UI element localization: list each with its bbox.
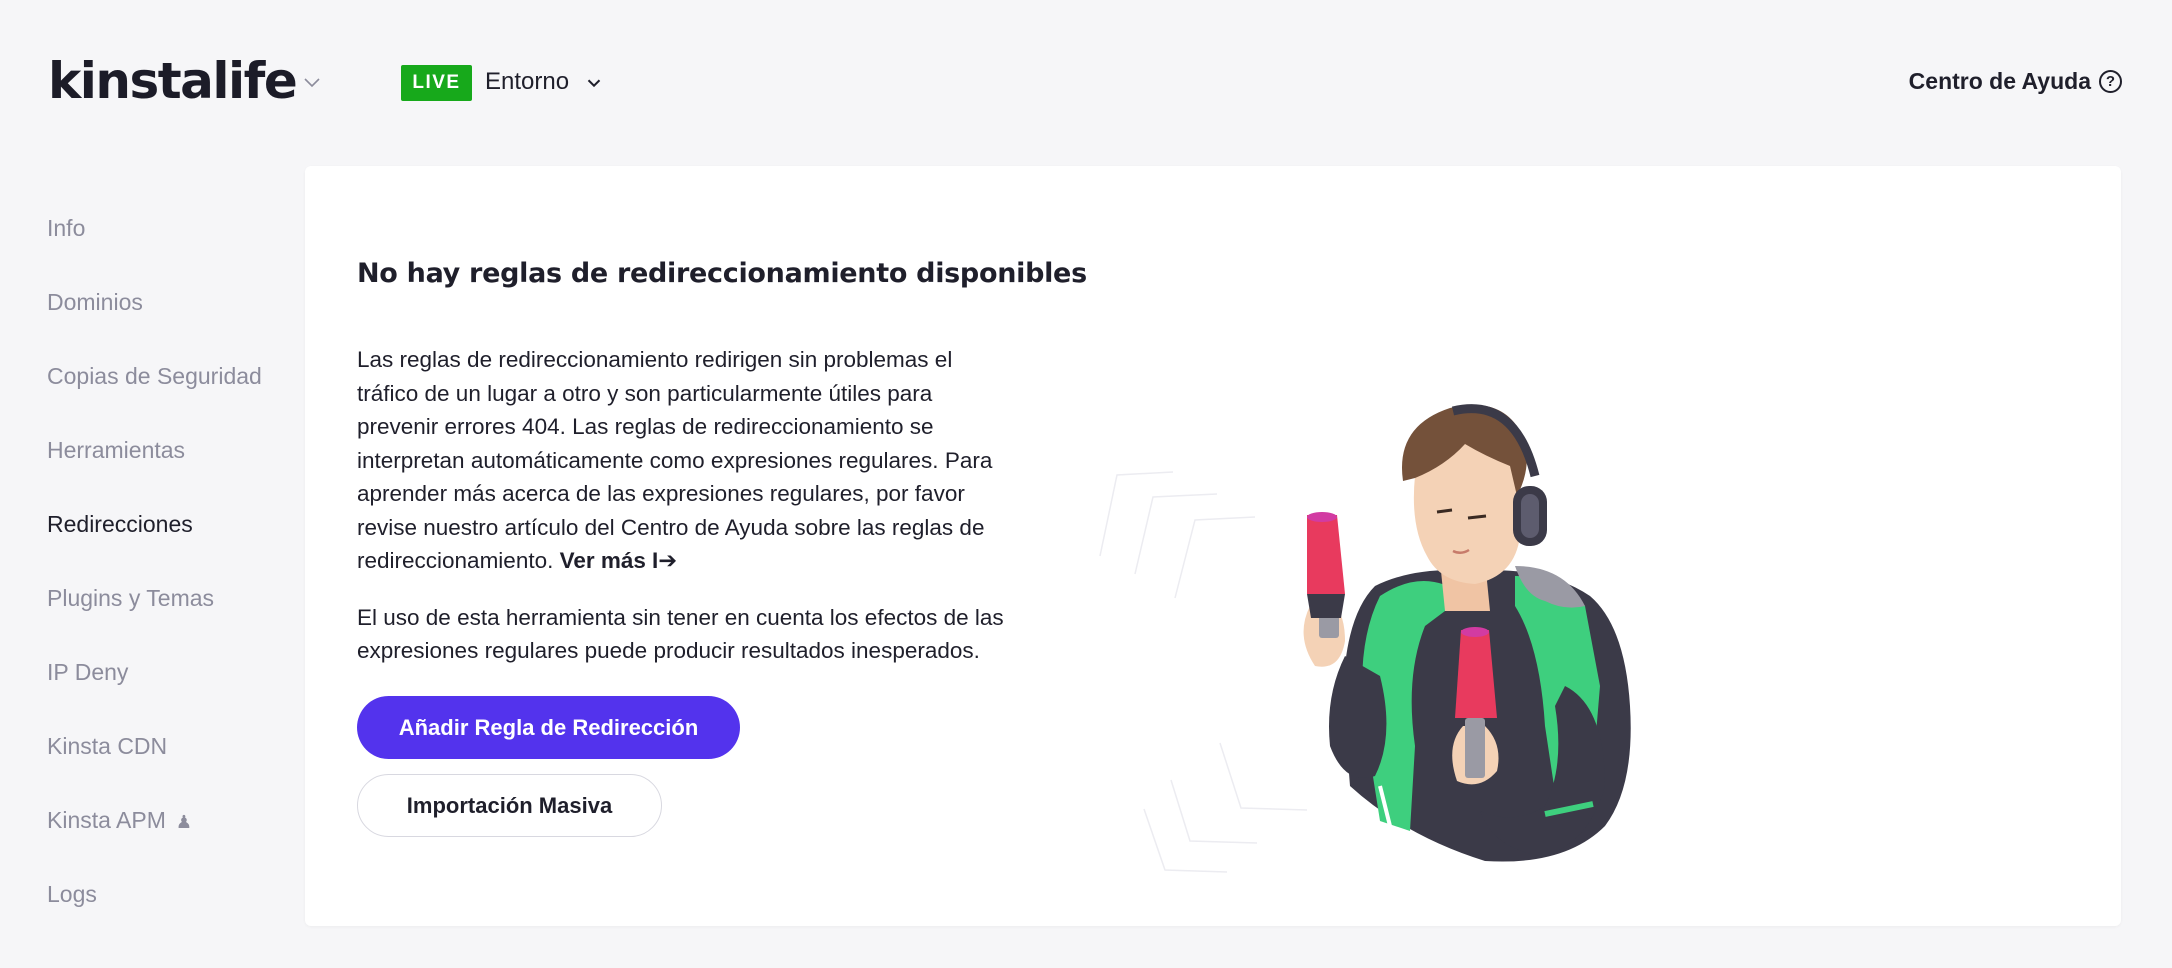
sidebar-item-kinsta-cdn[interactable]: Kinsta CDN bbox=[47, 718, 297, 792]
top-bar: kinstalife LIVE Entorno Centro de Ayuda … bbox=[0, 0, 2172, 165]
page-title: No hay reglas de redireccionamiento disp… bbox=[357, 258, 1087, 289]
sidebar-item-dominios[interactable]: Dominios bbox=[47, 274, 297, 348]
character bbox=[1303, 404, 1631, 862]
environment-selector[interactable]: Entorno bbox=[485, 68, 569, 96]
sidebar-item-kinsta-apm[interactable]: Kinsta APM ♟ bbox=[47, 792, 297, 866]
environment-chevron-icon[interactable] bbox=[583, 72, 605, 94]
flask-icon: ♟ bbox=[175, 812, 193, 832]
sidebar-item-plugins-y-temas[interactable]: Plugins y Temas bbox=[47, 570, 297, 644]
sidebar-item-redirecciones[interactable]: Redirecciones bbox=[47, 496, 297, 570]
add-redirect-rule-button[interactable]: Añadir Regla de Redirección bbox=[357, 696, 740, 759]
description-text: Las reglas de redireccionamiento redirig… bbox=[357, 347, 993, 573]
bulk-import-button[interactable]: Importación Masiva bbox=[357, 774, 662, 837]
description-paragraph: Las reglas de redireccionamiento redirig… bbox=[357, 343, 1007, 578]
live-badge: LIVE bbox=[401, 65, 472, 101]
description: Las reglas de redireccionamiento redirig… bbox=[357, 343, 1007, 668]
sidebar-item-herramientas[interactable]: Herramientas bbox=[47, 422, 297, 496]
person-with-signal-batons-illustration bbox=[1099, 404, 1631, 873]
sidebar-item-copias-de-seguridad[interactable]: Copias de Seguridad bbox=[47, 348, 297, 422]
sidebar-item-logs[interactable]: Logs bbox=[47, 866, 297, 940]
read-more-label: Ver más bbox=[559, 548, 646, 573]
warning-paragraph: El uso de esta herramienta sin tener en … bbox=[357, 604, 1004, 664]
question-circle-icon: ? bbox=[2099, 70, 2122, 93]
help-center-label: Centro de Ayuda bbox=[1908, 68, 2091, 94]
sidebar-item-ip-deny[interactable]: IP Deny bbox=[47, 644, 297, 718]
arrow-right-icon: I➔ bbox=[651, 548, 678, 573]
sidebar-item-info[interactable]: Info bbox=[47, 200, 297, 274]
kinsta-logo[interactable]: kinstalife bbox=[48, 52, 298, 110]
help-center-link[interactable]: Centro de Ayuda ? bbox=[1909, 68, 2122, 95]
read-more-link[interactable]: Ver más I➔ bbox=[560, 548, 677, 573]
motion-lines bbox=[1099, 471, 1308, 873]
redirects-empty-state-card: No hay reglas de redireccionamiento disp… bbox=[305, 166, 2121, 926]
sidebar-nav: Info Dominios Copias de Seguridad Herram… bbox=[47, 200, 297, 940]
sidebar-item-label: Kinsta APM bbox=[47, 807, 166, 833]
site-switcher-chevron-icon[interactable] bbox=[300, 70, 324, 94]
